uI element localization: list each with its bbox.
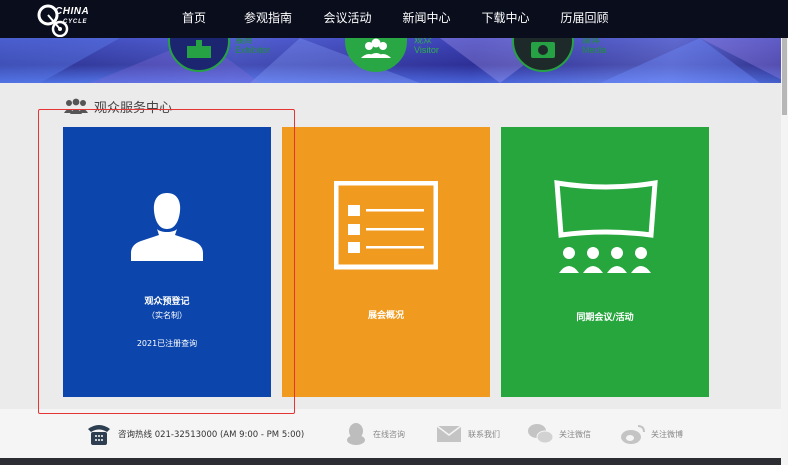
visitor-group-icon — [361, 38, 391, 58]
wechat-icon — [528, 424, 554, 444]
follow-weibo[interactable]: 关注微博 — [619, 409, 683, 459]
audience-screen-icon — [554, 180, 658, 273]
media-label-cn[interactable]: 媒体 — [582, 38, 600, 45]
registered-query-link[interactable]: 2021已注册查询 — [63, 338, 271, 349]
follow-weibo-text[interactable]: 关注微博 — [651, 429, 683, 440]
footer-bar: 咨询热线 021-32513000 (AM 9:00 - PM 5:00) 在线… — [0, 409, 781, 465]
nav-home[interactable]: 首页 — [160, 0, 228, 38]
exhibitor-label-en[interactable]: Exhibitor — [235, 45, 270, 55]
nav-past-shows[interactable]: 历届回顾 — [545, 0, 624, 38]
envelope-icon — [436, 425, 462, 442]
logo-line2: CYCLE — [63, 19, 88, 25]
exhibitor-icon — [187, 40, 211, 58]
visitor-registration-subtitle: （实名制） — [147, 311, 187, 320]
nav-downloads[interactable]: 下载中心 — [466, 0, 545, 38]
media-circle[interactable] — [512, 38, 574, 72]
exhibitor-label-cn[interactable]: 展商 — [235, 38, 253, 45]
visitor-registration-title: 观众预登记 — [144, 297, 190, 307]
person-silhouette-icon — [131, 193, 203, 261]
visitor-label-en[interactable]: Visitor — [414, 45, 439, 55]
follow-wechat-text[interactable]: 关注微信 — [559, 429, 591, 440]
hotline-text: 咨询热线 021-32513000 (AM 9:00 - PM 5:00) — [118, 430, 305, 440]
hotline: 咨询热线 021-32513000 (AM 9:00 - PM 5:00) — [86, 409, 304, 459]
concurrent-events-tile[interactable]: 同期会议/活动 — [501, 127, 709, 397]
online-consult-text[interactable]: 在线咨询 — [373, 429, 405, 440]
exhibition-overview-title: 展会概况 — [367, 311, 404, 321]
logo-line1: CHINA — [55, 6, 90, 17]
bottom-strip — [0, 458, 788, 465]
nav-visit-guide[interactable]: 参观指南 — [228, 0, 308, 38]
visitor-circle[interactable] — [345, 38, 407, 72]
nav-conferences[interactable]: 会议活动 — [308, 0, 387, 38]
scrollbar-thumb[interactable] — [782, 38, 787, 115]
online-consult[interactable]: 在线咨询 — [345, 409, 405, 459]
contact-us[interactable]: 联系我们 — [436, 409, 500, 459]
top-header: CHINA CYCLE 首页 参观指南 会议活动 新闻中心 下载中心 历届回顾 — [0, 0, 788, 38]
camera-icon — [531, 42, 555, 58]
nav-news[interactable]: 新闻中心 — [387, 0, 466, 38]
concurrent-events-title: 同期会议/活动 — [576, 313, 634, 323]
section-heading: 观众服务中心 — [64, 97, 173, 116]
role-banner: 展商 Exhibitor 观众 Visitor 媒体 Media — [0, 38, 788, 83]
exhibition-overview-tile[interactable]: 展会概况 — [282, 127, 490, 397]
qq-penguin-icon — [347, 423, 365, 445]
logo-wordmark[interactable]: CHINA CYCLE — [55, 7, 89, 27]
contact-us-text[interactable]: 联系我们 — [468, 429, 500, 440]
visitor-registration-tile[interactable]: 观众预登记 （实名制） 2021已注册查询 — [63, 127, 271, 397]
visitor-label-cn[interactable]: 观众 — [414, 38, 432, 45]
weibo-icon — [621, 425, 645, 444]
main-nav: 首页 参观指南 会议活动 新闻中心 下载中心 历届回顾 — [160, 0, 624, 38]
telephone-icon — [88, 425, 110, 445]
list-board-icon — [334, 181, 438, 270]
page-scrollbar[interactable] — [781, 38, 788, 465]
media-label-en[interactable]: Media — [582, 45, 607, 55]
people-group-icon — [64, 98, 88, 114]
section-title: 观众服务中心 — [94, 100, 173, 116]
follow-wechat[interactable]: 关注微信 — [527, 409, 591, 459]
exhibitor-circle[interactable] — [168, 38, 230, 72]
